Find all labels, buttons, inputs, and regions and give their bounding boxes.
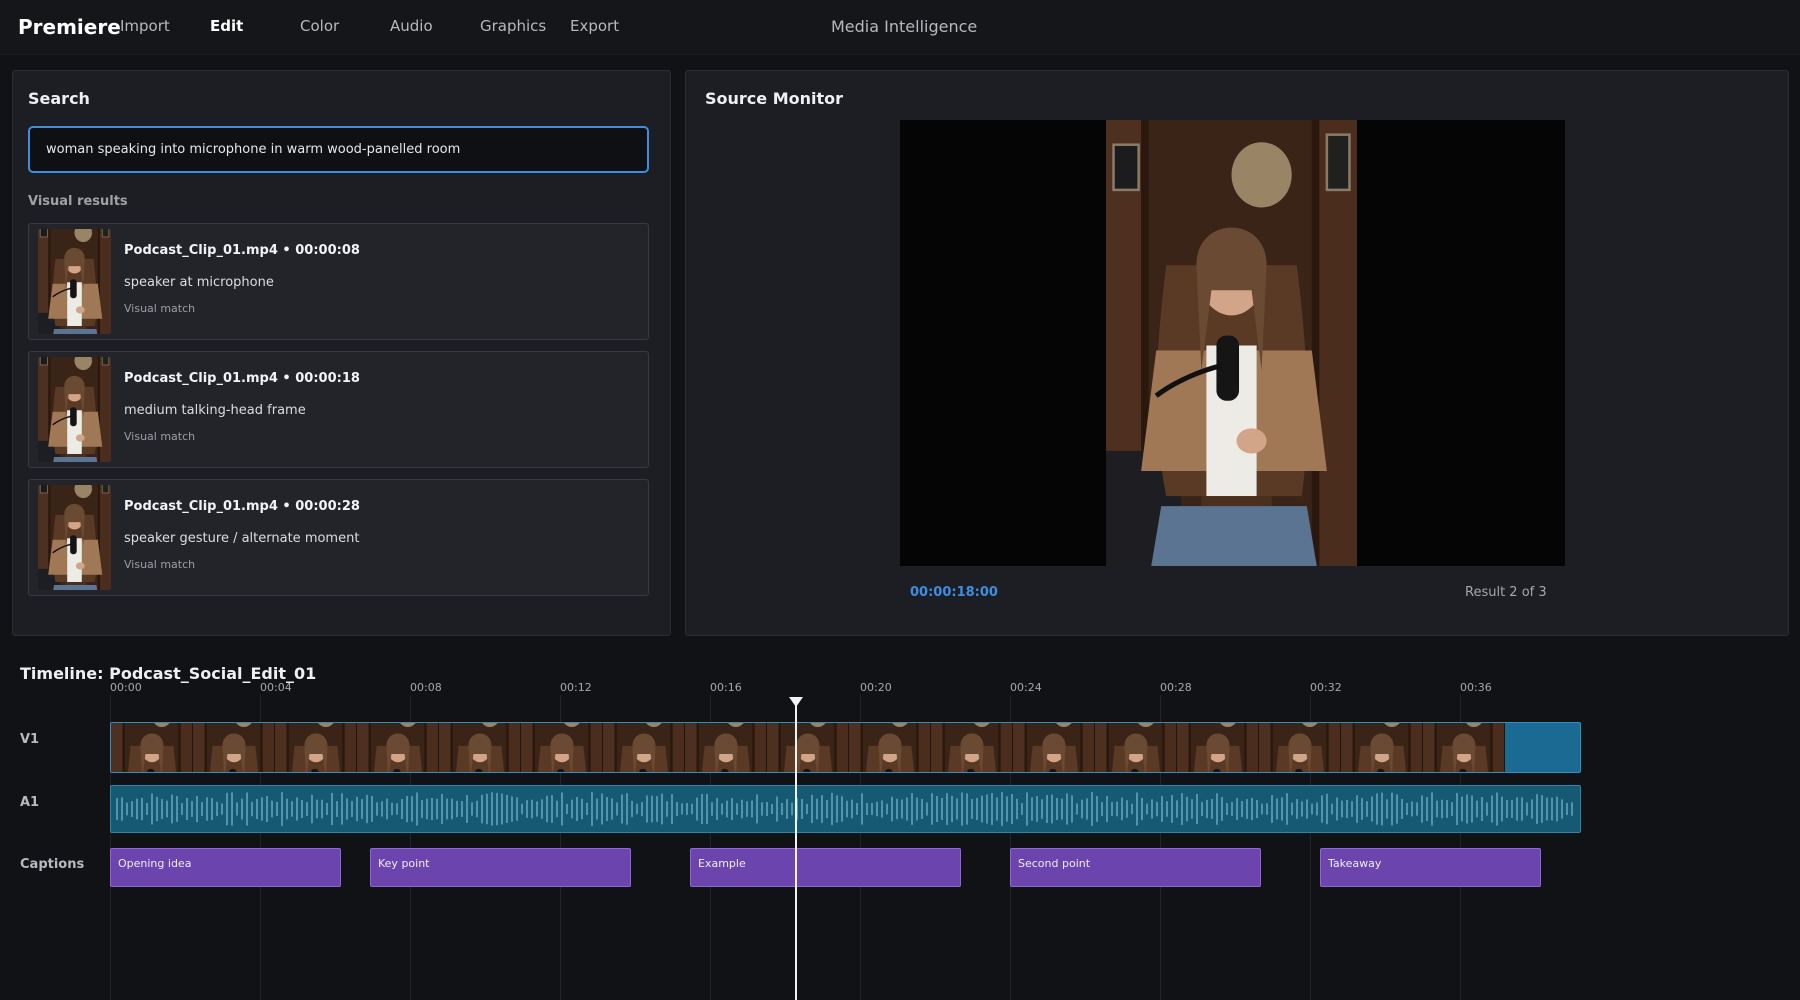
filmstrip-frame [685,723,767,772]
filmstrip-frame [1259,723,1341,772]
app-logo: Premiere [18,15,121,39]
audio-waveform [116,792,1573,826]
ruler-tick-label: 00:32 [1310,681,1342,694]
filmstrip-frame [193,723,275,772]
result-title: Podcast_Clip_01.mp4 • 00:00:28 [124,499,360,514]
source-monitor-panel: Source Monitor 00:00:18:00 Result 2 of 3 [685,70,1789,636]
search-panel: Search Visual results Podcast_Clip_01.mp… [12,70,671,636]
video-frame [1106,120,1357,566]
result-match-type: Visual match [124,558,196,571]
filmstrip-frame [439,723,521,772]
search-input[interactable] [28,126,649,173]
ruler-tick-label: 00:24 [1010,681,1042,694]
nav-export[interactable]: Export [570,17,619,35]
nav-color[interactable]: Color [300,17,339,35]
ruler-tick-label: 00:12 [560,681,592,694]
search-result-card[interactable]: Podcast_Clip_01.mp4 • 00:00:08 speaker a… [28,223,649,340]
ruler-tick-label: 00:36 [1460,681,1492,694]
search-result-card[interactable]: Podcast_Clip_01.mp4 • 00:00:28 speaker g… [28,479,649,596]
result-counter: Result 2 of 3 [1465,585,1547,600]
monitor-video-view[interactable] [900,120,1565,566]
filmstrip-frame [767,723,849,772]
filmstrip-frame [357,723,439,772]
result-title: Podcast_Clip_01.mp4 • 00:00:18 [124,371,360,386]
result-thumbnail [38,357,111,462]
ruler-tick-label: 00:08 [410,681,442,694]
top-bar: Premiere Import Edit Color Audio Graphic… [0,0,1800,55]
caption-clip[interactable]: Takeaway [1320,848,1541,887]
source-monitor-title: Source Monitor [705,89,844,108]
filmstrip-frame [931,723,1013,772]
filmstrip-frame [603,723,685,772]
result-description: speaker at microphone [124,275,274,290]
ruler-tick-label: 00:04 [260,681,292,694]
track-label-v1: V1 [20,732,40,747]
search-result-card[interactable]: Podcast_Clip_01.mp4 • 00:00:18 medium ta… [28,351,649,468]
ruler-tick-label: 00:20 [860,681,892,694]
ruler-tick-label: 00:28 [1160,681,1192,694]
result-description: speaker gesture / alternate moment [124,531,360,546]
result-description: medium talking-head frame [124,403,306,418]
nav-edit[interactable]: Edit [210,17,243,35]
ruler-tick-label: 00:16 [710,681,742,694]
video-filmstrip [111,723,1505,772]
caption-clip[interactable]: Second point [1010,848,1261,887]
nav-graphics[interactable]: Graphics [480,17,546,35]
ruler-tick-label: 00:00 [110,681,142,694]
playhead[interactable] [795,705,797,1000]
result-thumbnail [38,229,111,334]
nav-audio[interactable]: Audio [390,17,433,35]
filmstrip-frame [275,723,357,772]
monitor-timecode[interactable]: 00:00:18:00 [910,585,998,600]
filmstrip-frame [1095,723,1177,772]
filmstrip-frame [1423,723,1505,772]
result-match-type: Visual match [124,302,196,315]
filmstrip-frame [521,723,603,772]
result-title: Podcast_Clip_01.mp4 • 00:00:08 [124,243,360,258]
caption-clip[interactable]: Example [690,848,961,887]
caption-clip[interactable]: Key point [370,848,631,887]
video-clip[interactable] [110,722,1581,773]
filmstrip-frame [1341,723,1423,772]
track-label-captions: Captions [20,857,85,872]
track-label-a1: A1 [20,795,40,810]
search-panel-title: Search [28,89,90,108]
audio-clip[interactable] [110,785,1581,833]
filmstrip-frame [849,723,931,772]
result-match-type: Visual match [124,430,196,443]
caption-clip[interactable]: Opening idea [110,848,341,887]
filmstrip-frame [111,723,193,772]
filmstrip-frame [1177,723,1259,772]
nav-import[interactable]: Import [120,17,170,35]
filmstrip-frame [1013,723,1095,772]
visual-results-label: Visual results [28,194,128,209]
media-intelligence-label[interactable]: Media Intelligence [831,17,977,36]
result-thumbnail [38,485,111,590]
